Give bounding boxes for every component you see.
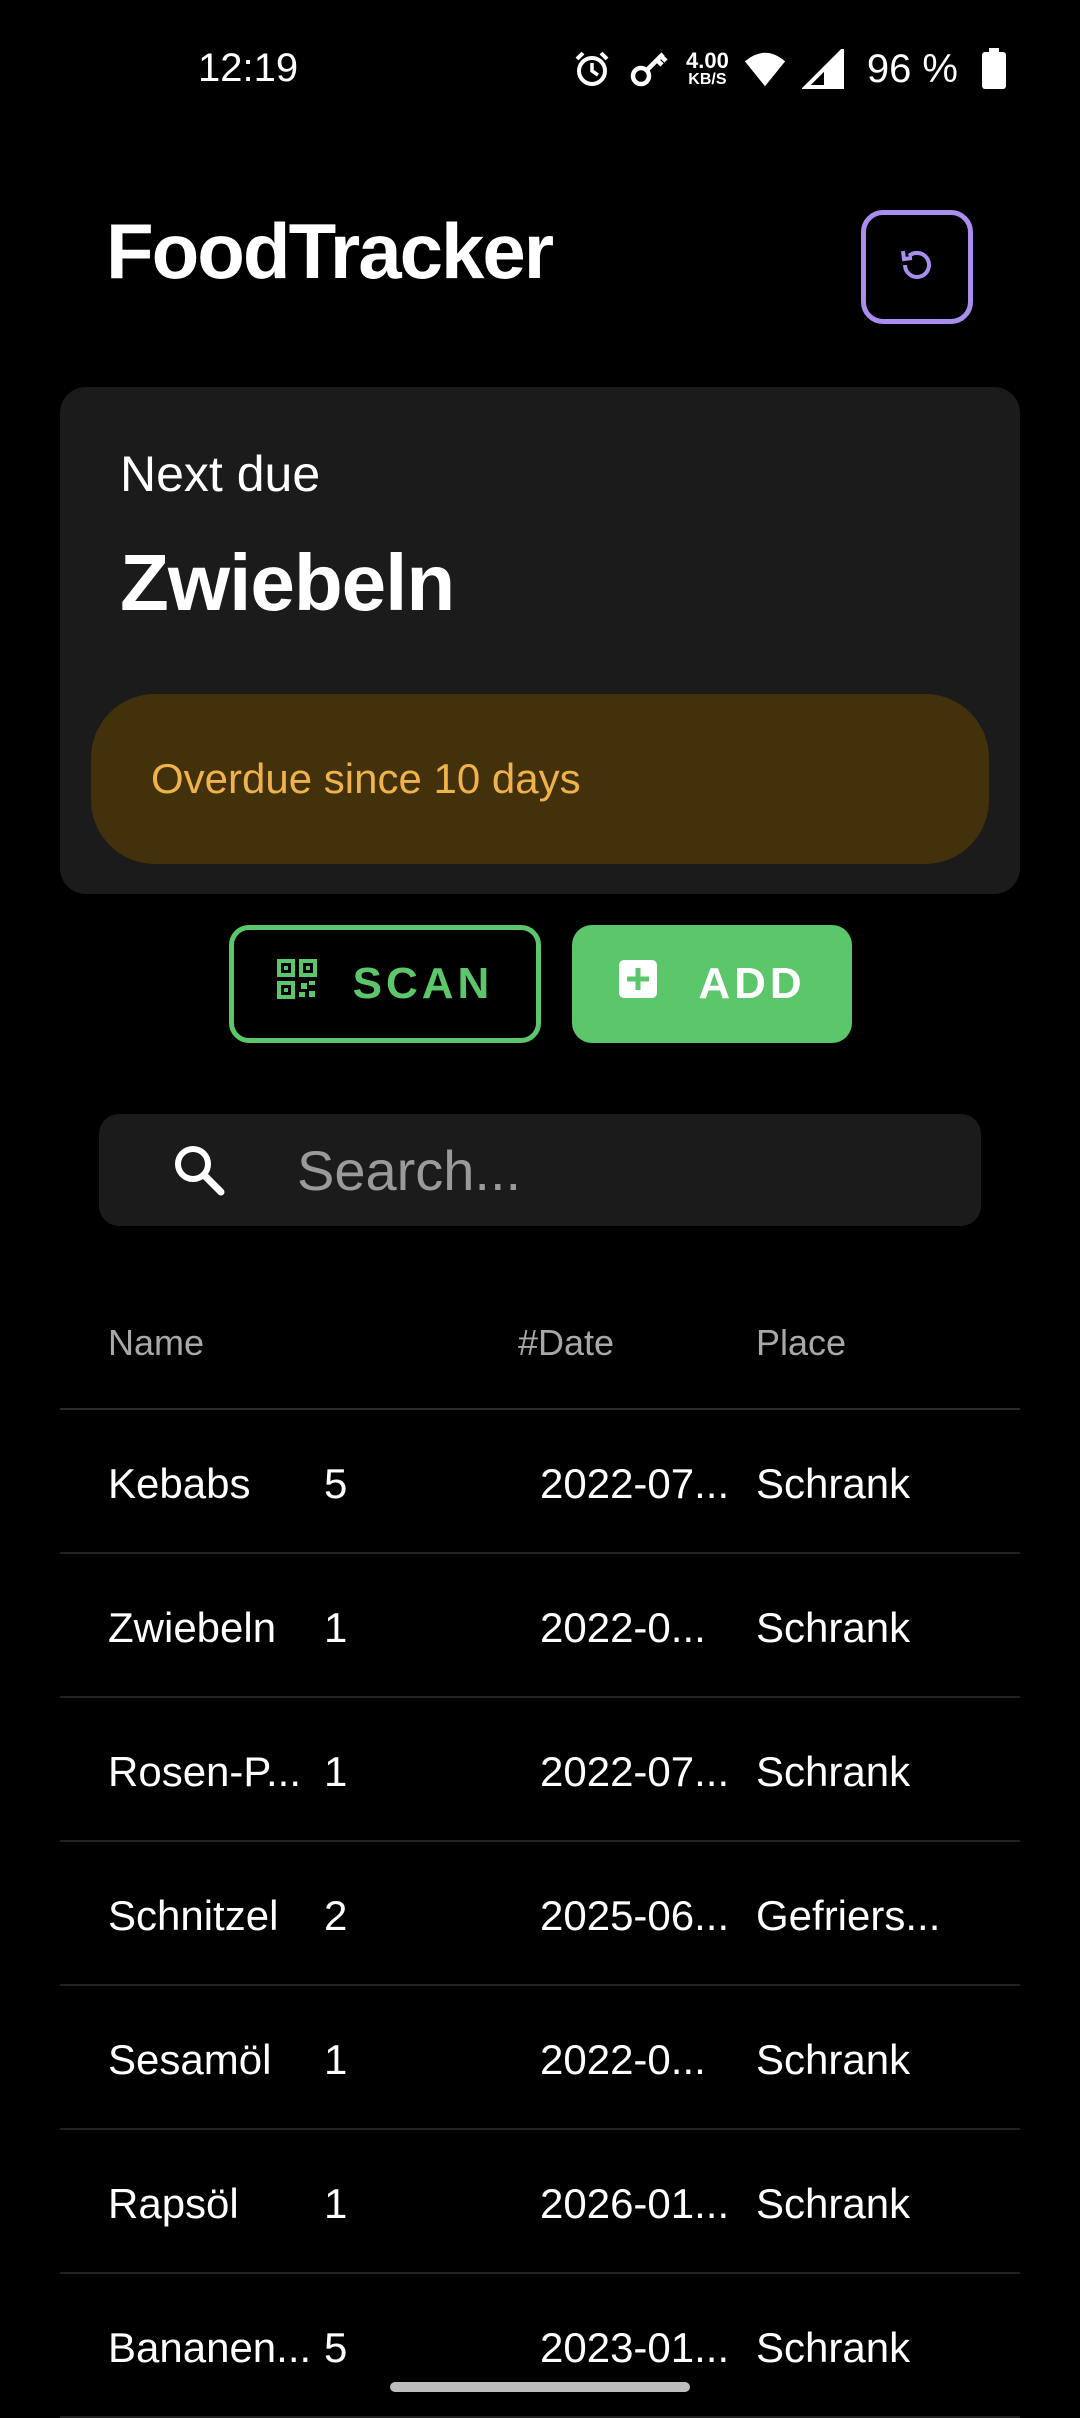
search-input[interactable]: [295, 1114, 955, 1226]
row-quantity: 1: [324, 2036, 348, 2083]
row-quantity: 2: [324, 1892, 348, 1939]
status-bar: 12:19 4.00 KB/S 96 %: [0, 0, 1080, 140]
add-button[interactable]: ADD: [572, 925, 852, 1043]
column-header-name[interactable]: Name: [108, 1322, 204, 1364]
table-row[interactable]: Rapsöl 1 2026-01... Schrank: [60, 2130, 1020, 2274]
overdue-status-badge: Overdue since 10 days: [91, 694, 989, 864]
table-header: Name #Date Place: [60, 1290, 1020, 1410]
row-date: 2023-01...: [540, 2324, 730, 2371]
table-row[interactable]: Bananen... 5 2023-01... Schrank: [60, 2274, 1020, 2418]
row-date: 2026-01...: [540, 2180, 730, 2227]
table-row[interactable]: Zwiebeln 1 2022-0... Schrank: [60, 1554, 1020, 1698]
table-row[interactable]: Schnitzel 2 2025-06... Gefriers...: [60, 1842, 1020, 1986]
table-row[interactable]: Kebabs 5 2022-07... Schrank: [60, 1410, 1020, 1554]
row-quantity: 1: [324, 1604, 348, 1651]
row-name: Rosen-P...: [108, 1748, 301, 1795]
signal-icon: [801, 47, 845, 91]
scan-button-label: SCAN: [352, 959, 494, 1008]
table-row[interactable]: Sesamöl 1 2022-0... Schrank: [60, 1986, 1020, 2130]
battery-percent: 96 %: [866, 46, 958, 91]
next-due-item-name: Zwiebeln: [120, 538, 455, 627]
battery-icon: [972, 47, 1016, 91]
row-name: Zwiebeln: [108, 1604, 277, 1651]
network-speed: 4.00 KB/S: [686, 50, 729, 88]
row-place: Schrank: [756, 1748, 911, 1795]
network-speed-unit: KB/S: [688, 71, 727, 88]
row-place: Schrank: [756, 2180, 911, 2227]
row-date: 2022-0...: [540, 1604, 706, 1651]
refresh-button[interactable]: [861, 210, 973, 324]
plus-box-icon: [618, 959, 658, 1010]
row-quantity: 1: [324, 1748, 348, 1795]
table-row[interactable]: Rosen-P... 1 2022-07... Schrank: [60, 1698, 1020, 1842]
row-quantity: 5: [324, 2324, 348, 2371]
next-due-card[interactable]: Next due Zwiebeln Overdue since 10 days: [60, 387, 1020, 894]
row-place: Schrank: [756, 2324, 911, 2371]
column-header-date[interactable]: #Date: [518, 1322, 614, 1364]
row-name: Schnitzel: [108, 1892, 279, 1939]
refresh-icon: [895, 243, 939, 292]
key-icon: [628, 47, 672, 91]
search-icon: [171, 1142, 227, 1198]
home-indicator[interactable]: [390, 2382, 690, 2392]
wifi-icon: [743, 47, 787, 91]
row-date: 2022-07...: [540, 1748, 730, 1795]
add-button-label: ADD: [698, 959, 806, 1008]
qr-code-icon: [276, 958, 317, 1010]
next-due-label: Next due: [120, 446, 321, 502]
row-name: Rapsöl: [108, 2180, 239, 2227]
column-header-place[interactable]: Place: [756, 1322, 846, 1364]
row-name: Bananen...: [108, 2324, 312, 2371]
row-name: Sesamöl: [108, 2036, 272, 2083]
row-place: Gefriers...: [756, 1892, 941, 1939]
row-date: 2022-07...: [540, 1460, 730, 1507]
alarm-icon: [570, 47, 614, 91]
app-title: FoodTracker: [106, 207, 554, 295]
row-place: Schrank: [756, 1604, 911, 1651]
row-quantity: 5: [324, 1460, 348, 1507]
status-time: 12:19: [198, 46, 299, 90]
network-speed-value: 4.00: [686, 48, 729, 73]
row-quantity: 1: [324, 2180, 348, 2227]
row-place: Schrank: [756, 2036, 911, 2083]
status-icons: 4.00 KB/S 96 %: [570, 44, 1016, 94]
row-place: Schrank: [756, 1460, 911, 1507]
search-bar[interactable]: [99, 1114, 981, 1226]
row-date: 2025-06...: [540, 1892, 730, 1939]
food-table: Name #Date Place Kebabs 5 2022-07... Sch…: [60, 1290, 1020, 2418]
scan-button[interactable]: SCAN: [229, 925, 541, 1043]
row-name: Kebabs: [108, 1460, 251, 1507]
row-date: 2022-0...: [540, 2036, 706, 2083]
